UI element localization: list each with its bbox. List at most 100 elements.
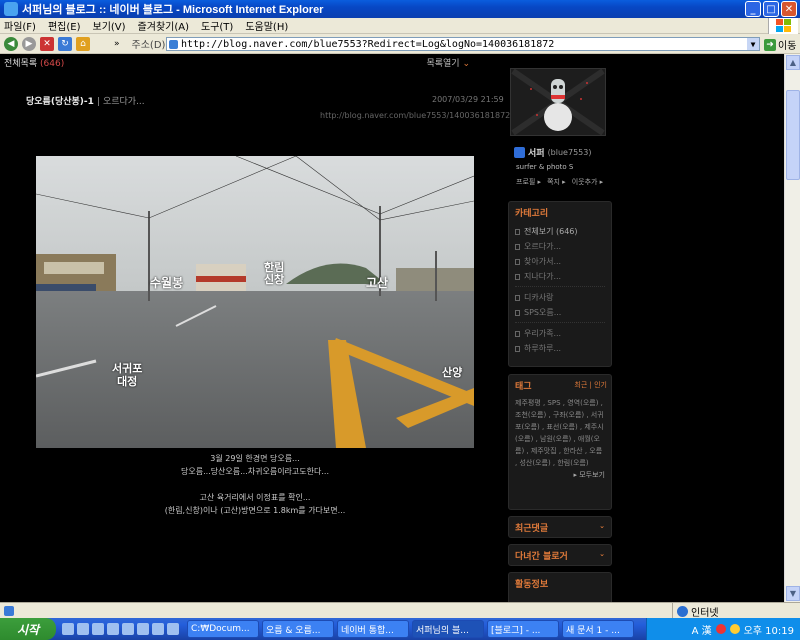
globe-icon [677,605,688,617]
folder-icon [515,294,520,301]
toolbar-overflow-icon[interactable]: » [114,39,120,49]
activity-box: 활동정보 [508,572,612,602]
maximize-button[interactable]: □ [763,1,779,17]
menu-view[interactable]: 보기(V) [93,18,126,33]
go-button[interactable]: ➜ 이동 [764,37,796,52]
caption-line [36,478,474,491]
scroll-down-icon[interactable]: ▼ [786,586,800,601]
profile-links: 프로필 ▸ 쪽지 ▸ 이웃추가 ▸ [516,177,603,187]
profile-link[interactable]: 프로필 ▸ [516,177,541,187]
task-button[interactable]: 네이버 통합... [337,620,409,638]
quicklaunch-app-icon[interactable] [167,623,179,635]
post-title-text[interactable]: 당오름(당산봉)-1 [26,97,94,107]
caption-line: 3월 29일 한경면 당오름... [210,454,300,463]
windows-logo-icon [768,18,798,34]
list-open-button[interactable]: 목록열기 ⌄ [426,56,470,69]
start-button[interactable]: 시작 [0,618,56,640]
window-title: 서퍼님의 블로그 :: 네이버 블로그 - Microsoft Internet… [22,4,324,16]
visited-blogs-title: 다녀간 블로거 [515,551,568,562]
clock[interactable]: 오후 10:19 [744,622,794,637]
visited-blogs-box[interactable]: 다녀간 블로거 ⌄ [508,544,612,566]
caption-line: (한림,신창)이나 (고산)방면으로 1.8km를 가다보면... [164,506,346,515]
quicklaunch-media-icon[interactable] [92,623,104,635]
category-item[interactable]: 지나다가... [515,269,605,284]
folder-icon [515,309,520,316]
page-viewport: 전체목록 (646) 목록열기 ⌄ 당오름(당산봉)-1 | 오르다가... 2… [0,54,784,602]
task-button[interactable]: [블로그] - ... [487,620,559,638]
tag-cloud[interactable]: 제주평평 , SPS , 영역(오름) , 조천(오름) , 구좌(오름) , … [515,397,605,469]
menu-help[interactable]: 도움말(H) [245,18,288,33]
photo-label-sanyang: 산양 [442,366,463,379]
page-icon [169,40,178,49]
permalink-url[interactable]: http://blog.naver.com/blue7553/140036181… [320,111,510,120]
recent-comments-title: 최근댓글 [515,523,549,534]
menu-file[interactable]: 파일(F) [4,18,36,33]
address-input[interactable]: http://blog.naver.com/blue7553?Redirect=… [166,37,760,51]
page-status-icon [4,605,14,616]
quicklaunch-mail-icon[interactable] [107,623,119,635]
address-dropdown-icon[interactable]: ▼ [747,38,759,50]
profile-desc: surfer & photo S [516,163,574,171]
nick-text[interactable]: 서퍼 [528,146,545,159]
post-category[interactable]: 오르다가... [103,97,145,107]
post-title: 당오름(당산봉)-1 | 오르다가... [26,97,145,107]
category-item[interactable]: 전체보기 (646) [515,224,605,239]
close-button[interactable]: ✕ [781,1,797,17]
tray-icon[interactable] [729,624,740,634]
all-list-link[interactable]: 전체목록 [4,59,37,69]
category-item[interactable]: 찾아가서... [515,254,605,269]
refresh-icon[interactable]: ↻ [58,36,72,51]
post-date: 2007/03/29 21:59 [432,95,504,104]
folder-icon [515,258,520,265]
category-title: 카테고리 [515,208,549,219]
task-buttons: C:₩Docum... 오름 & 오름... 네이버 통합... 서퍼님의 블.… [187,620,634,638]
quicklaunch-app-icon[interactable] [152,623,164,635]
category-box: 카테고리 전체보기 (646) 오르다가... 찾아가서... 지나다가... … [508,201,612,367]
category-item[interactable]: 디카사랑 [515,290,605,305]
system-tray: A 漢 오후 10:19 [646,618,800,640]
add-neighbor-link[interactable]: 이웃추가 ▸ [572,177,604,187]
forward-icon[interactable]: ▶ [22,36,36,51]
chevron-down-icon: ⌄ [462,59,470,69]
quicklaunch-desktop-icon[interactable] [77,623,89,635]
photo-label-gosan: 고산 [366,276,389,290]
avatar[interactable] [510,68,606,136]
recent-comments-box[interactable]: 최근댓글 ⌄ [508,516,612,538]
task-button[interactable]: C:₩Docum... [187,620,259,638]
menu-tools[interactable]: 도구(T) [201,18,233,33]
go-label: 이동 [778,41,797,52]
quicklaunch-ie-icon[interactable] [62,623,74,635]
task-button[interactable]: 새 문서 1 - ... [562,620,634,638]
message-link[interactable]: 쪽지 ▸ [547,177,566,187]
address-label: 주소(D) [131,40,166,51]
task-button[interactable]: 오름 & 오름... [262,620,334,638]
tray-icon[interactable] [715,624,726,634]
profile-nick: 서퍼 (blue7553) [514,146,591,159]
menu-edit[interactable]: 편집(E) [48,18,81,33]
vertical-scrollbar[interactable]: ▲ ▼ [784,54,800,602]
folder-icon [515,243,520,250]
task-button-active[interactable]: 서퍼님의 블... [412,620,484,638]
scroll-thumb[interactable] [786,90,800,180]
quicklaunch-folder-icon[interactable] [122,623,134,635]
stop-icon[interactable]: ✕ [40,36,54,51]
post-photo: 수월봉 한림 신창 고산 서귀포 대정 산양 [36,156,474,448]
category-item[interactable]: 우리가족... [515,326,605,341]
folder-icon [515,228,520,235]
category-item[interactable]: 하루하루... [515,341,605,356]
quicklaunch-app-icon[interactable] [137,623,149,635]
ime-indicator[interactable]: A 漢 [692,622,712,637]
activity-title: 활동정보 [515,579,549,590]
taskbar: 시작 C:₩Docum... 오름 & 오름... 네이버 통합... 서퍼님의… [0,618,800,640]
home-icon[interactable]: ⌂ [76,36,90,51]
minimize-button[interactable]: _ [745,1,761,17]
tag-sort-links[interactable]: 최근 | 인기 [574,380,607,390]
menu-favorites[interactable]: 즐겨찾기(A) [138,18,189,33]
category-item[interactable]: SPS오름... [515,305,605,320]
title-bar[interactable]: 서퍼님의 블로그 :: 네이버 블로그 - Microsoft Internet… [0,0,800,18]
photo-label-seogwipo: 서귀포 대정 [112,362,143,388]
back-icon[interactable]: ◀ [4,36,18,51]
tags-more-link[interactable]: ▸ 모두보기 [515,469,606,481]
scroll-up-icon[interactable]: ▲ [786,55,800,70]
category-item[interactable]: 오르다가... [515,239,605,254]
